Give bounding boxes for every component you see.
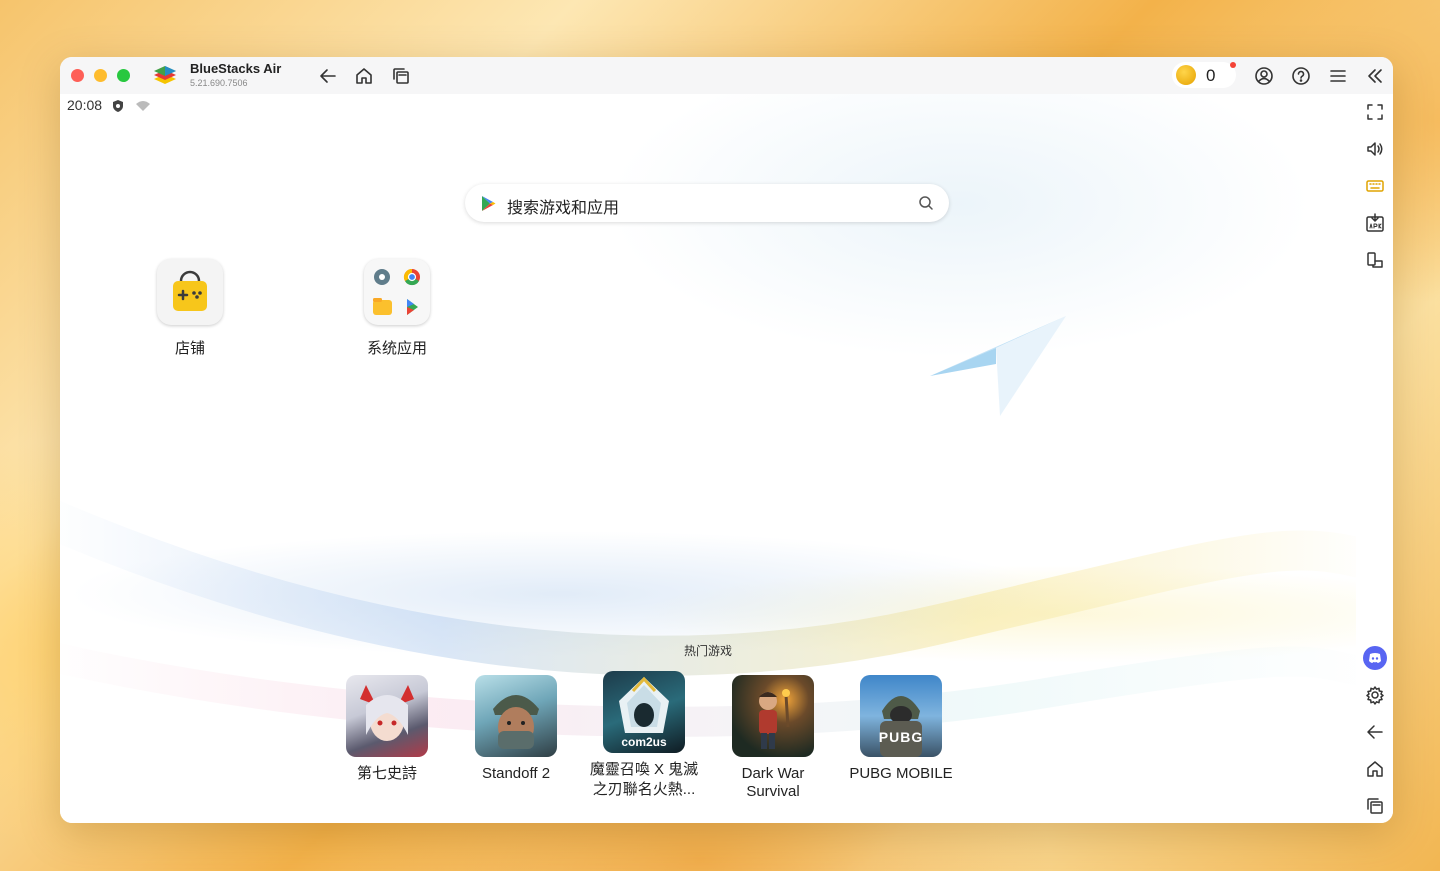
game-summoners-war-demon-slayer[interactable]: com2us 魔靈召喚 X 鬼滅 之刃聯名火熱... bbox=[579, 671, 709, 799]
bluestacks-logo-icon bbox=[154, 66, 176, 84]
search-bar[interactable]: 搜索游戏和应用 bbox=[465, 184, 949, 222]
game-epic-seven[interactable]: 第七史詩 bbox=[322, 675, 452, 783]
account-icon[interactable] bbox=[1253, 65, 1275, 87]
android-home-screen: 20:08 搜索游戏和应用 店铺 系统应用 热门游戏 第七史詩 Standoff… bbox=[60, 94, 1356, 823]
game-label: 魔靈召喚 X 鬼滅 bbox=[589, 761, 699, 778]
game-badge: PUBG bbox=[878, 729, 924, 745]
game-label: PUBG MOBILE bbox=[849, 765, 953, 782]
store-bag-icon bbox=[157, 259, 223, 325]
game-standoff-2[interactable]: Standoff 2 bbox=[451, 675, 581, 783]
wifi-icon bbox=[136, 101, 150, 111]
app-title: BlueStacks Air bbox=[190, 61, 282, 76]
discord-icon[interactable] bbox=[1363, 646, 1387, 670]
install-apk-icon[interactable] bbox=[1363, 211, 1387, 235]
status-time: 20:08 bbox=[67, 97, 103, 113]
app-label: 系统应用 bbox=[366, 340, 427, 357]
back-arrow-icon[interactable] bbox=[317, 65, 339, 87]
game-badge: com2us bbox=[621, 735, 667, 749]
keyboard-controls-icon[interactable] bbox=[1363, 174, 1387, 198]
game-thumbnail: com2us bbox=[603, 671, 685, 753]
settings-gear-icon[interactable] bbox=[1363, 683, 1387, 707]
menu-icon[interactable] bbox=[1327, 65, 1349, 87]
search-placeholder: 搜索游戏和应用 bbox=[507, 200, 620, 217]
android-recents-icon[interactable] bbox=[1363, 794, 1387, 818]
hot-games-title: 热门游戏 bbox=[683, 644, 732, 658]
app-store-tile[interactable]: 店铺 bbox=[130, 259, 250, 358]
right-toolbar bbox=[1356, 94, 1393, 823]
help-icon[interactable] bbox=[1290, 65, 1312, 87]
minimize-window-button[interactable] bbox=[94, 69, 107, 82]
home-icon[interactable] bbox=[353, 65, 375, 87]
system-apps-folder-tile[interactable]: 系统应用 bbox=[337, 259, 457, 358]
zoom-window-button[interactable] bbox=[117, 69, 130, 82]
fullscreen-icon[interactable] bbox=[1363, 100, 1387, 124]
game-label: Standoff 2 bbox=[481, 765, 551, 782]
android-home-icon[interactable] bbox=[1363, 757, 1387, 781]
rotate-screen-icon[interactable] bbox=[1363, 248, 1387, 272]
recent-apps-icon[interactable] bbox=[390, 65, 412, 87]
game-thumbnail bbox=[346, 675, 428, 757]
paper-plane-decoration bbox=[930, 316, 1066, 416]
game-thumbnail bbox=[475, 675, 557, 757]
coin-icon bbox=[1176, 65, 1196, 85]
bluestacks-window: BlueStacks Air 5.21.690.7506 0 20:08 搜索游… bbox=[60, 57, 1393, 823]
shield-icon bbox=[113, 100, 123, 112]
volume-icon[interactable] bbox=[1363, 137, 1387, 161]
notification-dot bbox=[1230, 62, 1236, 68]
game-thumbnail bbox=[732, 675, 814, 757]
app-label: 店铺 bbox=[174, 340, 205, 357]
game-dark-war-survival[interactable]: Dark War Survival bbox=[708, 675, 838, 801]
game-thumbnail: PUBG bbox=[860, 675, 942, 757]
search-icon[interactable] bbox=[918, 195, 934, 211]
game-pubg-mobile[interactable]: PUBG PUBG MOBILE bbox=[836, 675, 966, 783]
close-window-button[interactable] bbox=[71, 69, 84, 82]
game-label-line2: Survival bbox=[746, 783, 800, 800]
title-bar: BlueStacks Air 5.21.690.7506 0 bbox=[60, 57, 1393, 94]
collapse-sidebar-icon[interactable] bbox=[1364, 65, 1386, 87]
system-apps-folder-icon bbox=[364, 259, 430, 325]
coin-balance-button[interactable]: 0 bbox=[1172, 62, 1236, 88]
game-label-line2: 之刃聯名火熱... bbox=[592, 781, 696, 798]
google-play-icon bbox=[482, 196, 496, 211]
coin-count: 0 bbox=[1206, 66, 1216, 85]
game-label: 第七史詩 bbox=[356, 765, 417, 782]
android-back-icon[interactable] bbox=[1363, 720, 1387, 744]
app-version: 5.21.690.7506 bbox=[190, 78, 248, 88]
game-label: Dark War bbox=[741, 765, 805, 782]
